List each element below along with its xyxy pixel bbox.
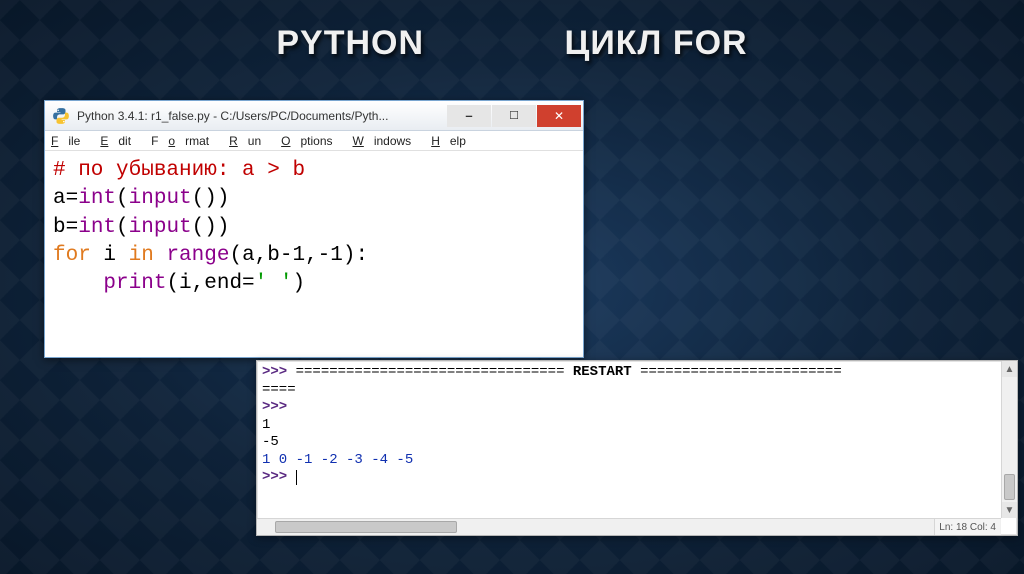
title-right: ЦИКЛ FOR bbox=[565, 24, 748, 63]
window-caption-bar[interactable]: Python 3.4.1: r1_false.py - C:/Users/PC/… bbox=[45, 101, 583, 131]
scroll-down-icon[interactable]: ▼ bbox=[1002, 502, 1017, 518]
menu-run[interactable]: Run bbox=[229, 134, 271, 148]
window-caption-text: Python 3.4.1: r1_false.py - C:/Users/PC/… bbox=[77, 109, 446, 123]
menu-file[interactable]: File bbox=[51, 134, 90, 148]
title-left: PYTHON bbox=[276, 24, 424, 63]
horizontal-scrollbar[interactable] bbox=[257, 518, 1001, 535]
menu-edit[interactable]: Edit bbox=[100, 134, 141, 148]
code-editor[interactable]: # по убыванию: a > b a=int(input()) b=in… bbox=[45, 151, 583, 303]
python-icon bbox=[51, 106, 71, 126]
code-line-3: b=int(input()) bbox=[53, 216, 229, 239]
menu-options[interactable]: Options bbox=[281, 134, 342, 148]
restart-label: RESTART bbox=[573, 364, 632, 380]
menu-windows[interactable]: Windows bbox=[353, 134, 422, 148]
code-line-2: a=int(input()) bbox=[53, 187, 229, 210]
slide-title: PYTHON ЦИКЛ FOR bbox=[0, 24, 1024, 63]
window-buttons bbox=[446, 105, 581, 127]
vertical-scrollbar[interactable]: ▲ ▼ bbox=[1001, 361, 1017, 518]
code-line-4: for i in range(a,b-1,-1): bbox=[53, 244, 368, 267]
close-button[interactable] bbox=[537, 105, 581, 127]
maximize-button[interactable] bbox=[492, 105, 536, 127]
code-line-5: print(i,end=' ') bbox=[53, 272, 305, 295]
shell-input-1: 1 bbox=[262, 417, 270, 433]
shell-result: 1 0 -1 -2 -3 -4 -5 bbox=[262, 452, 413, 468]
status-text: Ln: 18 Col: 4 bbox=[939, 522, 996, 533]
shell-input-2: -5 bbox=[262, 434, 279, 450]
prompt: >>> bbox=[262, 399, 287, 415]
editor-window: Python 3.4.1: r1_false.py - C:/Users/PC/… bbox=[44, 100, 584, 358]
minimize-button[interactable] bbox=[447, 105, 491, 127]
slide: PYTHON ЦИКЛ FOR Python 3.4.1: r1_false.p… bbox=[0, 0, 1024, 574]
prompt: >>> bbox=[262, 469, 287, 485]
scroll-up-icon[interactable]: ▲ bbox=[1002, 361, 1017, 377]
shell-window: >>> ================================ RES… bbox=[256, 360, 1018, 536]
code-line-1: # по убыванию: a > b bbox=[53, 159, 305, 182]
shell-output[interactable]: >>> ================================ RES… bbox=[258, 362, 1001, 517]
statusbar: Ln: 18 Col: 4 bbox=[934, 518, 1000, 535]
text-cursor bbox=[296, 470, 297, 485]
menubar: File Edit Format Run Options Windows Hel… bbox=[45, 131, 583, 151]
prompt: >>> bbox=[262, 364, 287, 380]
menu-format[interactable]: Format bbox=[151, 134, 219, 148]
menu-help[interactable]: Help bbox=[431, 134, 476, 148]
